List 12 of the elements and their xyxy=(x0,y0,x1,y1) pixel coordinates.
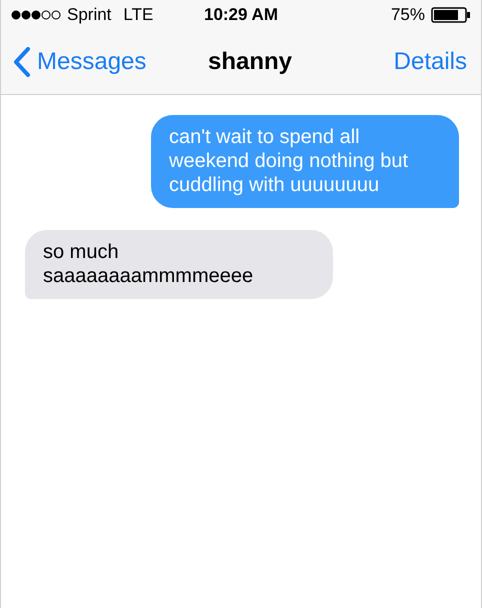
network-type: LTE xyxy=(123,5,154,25)
details-link[interactable]: Details xyxy=(394,48,467,76)
sent-message: can't wait to spend all weekend doing nothing but cuddling with uuuuuuuu xyxy=(151,115,459,208)
carrier-name: Sprint xyxy=(67,5,112,25)
back-chevron-icon xyxy=(13,47,31,77)
conversation-title: shanny xyxy=(207,48,294,76)
battery-percentage: 75% xyxy=(390,5,425,25)
battery-icon xyxy=(430,7,471,23)
back-link[interactable]: Messages xyxy=(13,47,146,77)
received-message: so much saaaaaaaammmmeeee xyxy=(25,230,333,299)
status-time: 10:29 AM xyxy=(204,5,278,24)
signal-icon xyxy=(11,10,61,20)
